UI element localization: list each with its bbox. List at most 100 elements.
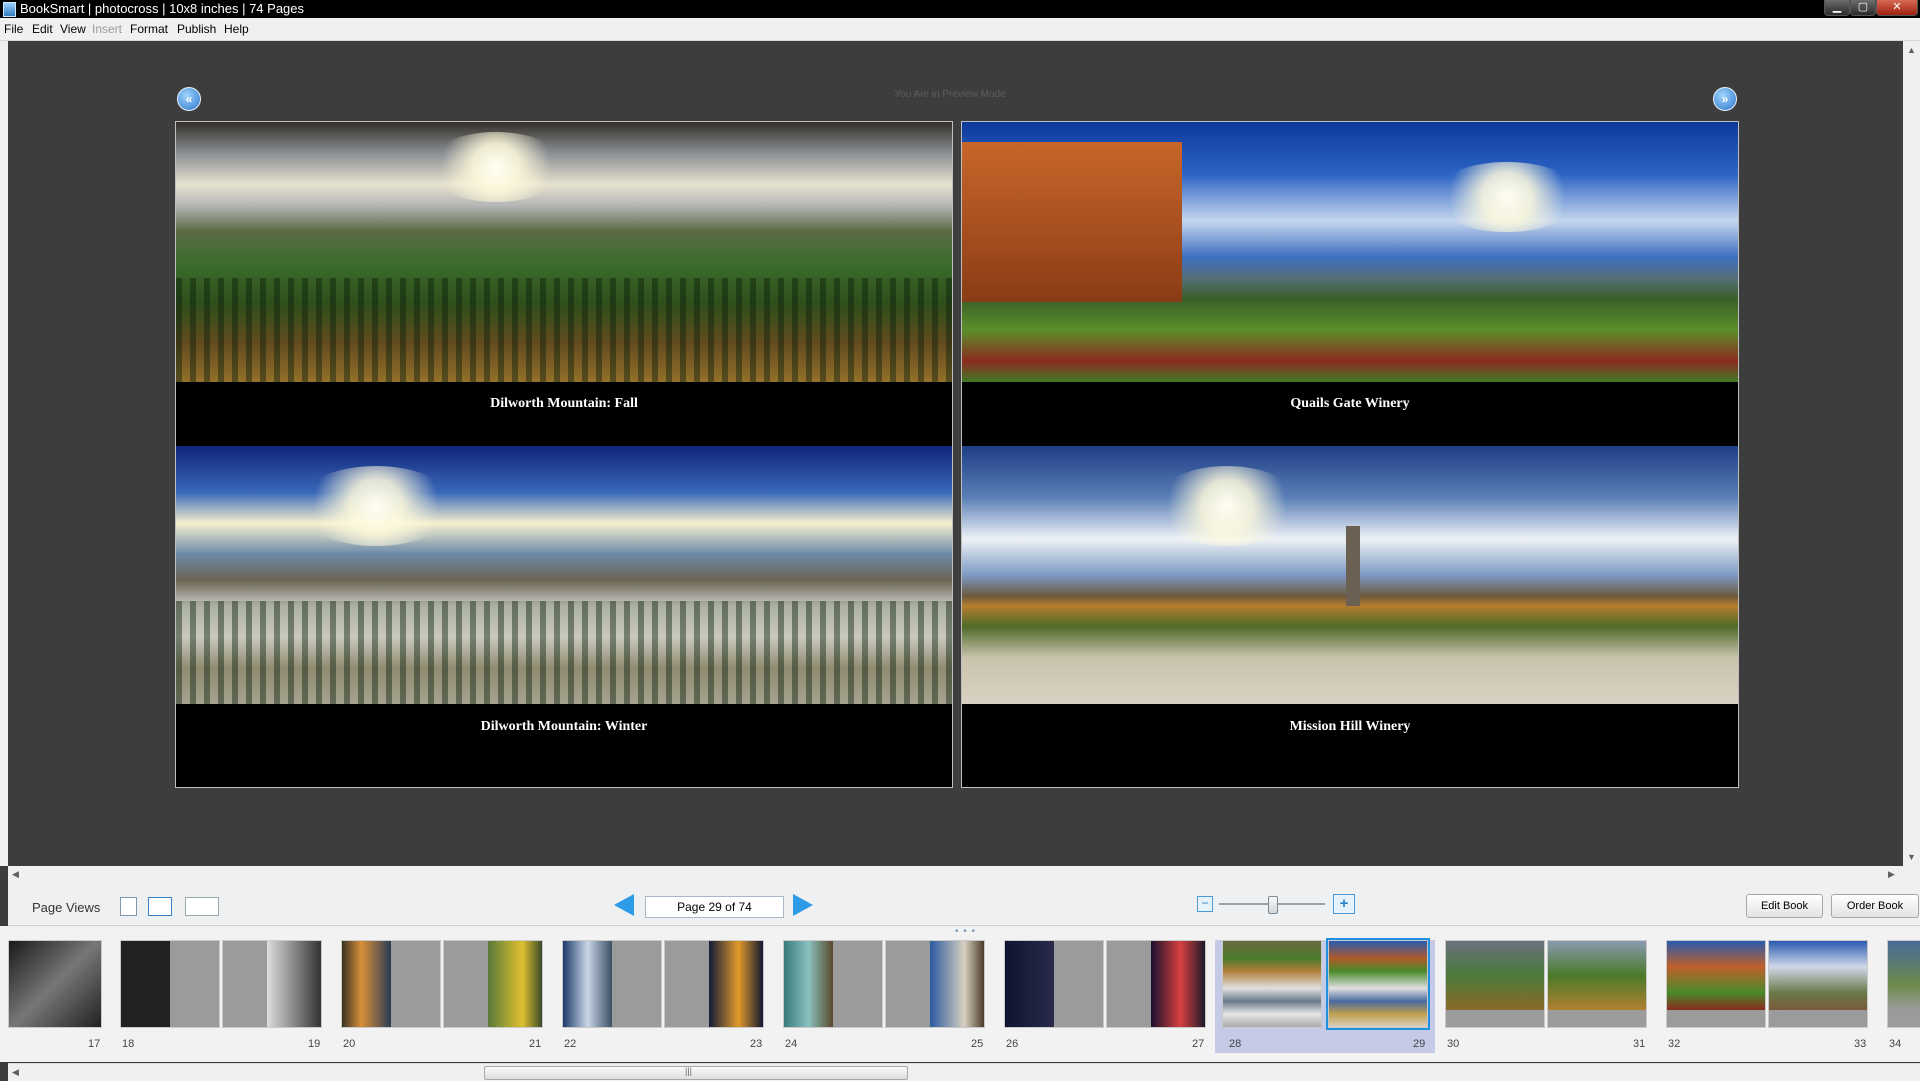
previous-page-button[interactable]	[614, 894, 634, 916]
page-number: 29	[1413, 1038, 1426, 1050]
thumb-page-21[interactable]	[443, 940, 543, 1028]
caption-bottom-left: Dilworth Mountain: Winter	[480, 719, 648, 734]
spread-16-17[interactable]: 17	[8, 940, 110, 1053]
caption-top-left: Dilworth Mountain: Fall	[490, 396, 638, 411]
thumb-page-27[interactable]	[1106, 940, 1206, 1028]
page-number: 27	[1192, 1038, 1205, 1050]
page-number: 31	[1633, 1038, 1646, 1050]
thumb-page-25[interactable]	[885, 940, 985, 1028]
photo-dilworth-winter[interactable]	[176, 446, 952, 704]
thumb-page-18[interactable]	[120, 940, 220, 1028]
photo-dilworth-fall[interactable]	[176, 122, 952, 382]
page-number: 18	[122, 1038, 135, 1050]
menu-bar: File Edit View Insert Format Publish Hel…	[0, 18, 1920, 41]
maximize-button[interactable]: ▢	[1850, 0, 1876, 16]
menu-file[interactable]: File	[4, 22, 23, 36]
spread-18-19[interactable]: 18 19	[120, 940, 326, 1053]
zoom-slider-thumb[interactable]	[1268, 896, 1278, 914]
workspace-vertical-scrollbar[interactable]: ▲ ▼	[1903, 41, 1920, 866]
thumb-page-31[interactable]	[1547, 940, 1647, 1028]
spread-22-23[interactable]: 22 23	[562, 940, 768, 1053]
thumb-page-29[interactable]	[1326, 938, 1430, 1030]
menu-format[interactable]: Format	[130, 22, 168, 36]
spread-26-27[interactable]: 26 27	[1004, 940, 1210, 1053]
zoom-in-icon[interactable]: +	[1333, 894, 1355, 914]
page-number: 28	[1229, 1038, 1242, 1050]
zoom-out-icon[interactable]: −	[1197, 896, 1213, 912]
photo-mission-hill[interactable]	[962, 446, 1738, 704]
left-page[interactable]: Dilworth Mountain: Fall Dilworth Mountai…	[175, 121, 953, 788]
menu-edit[interactable]: Edit	[32, 22, 53, 36]
menu-insert[interactable]: Insert	[92, 22, 122, 36]
spread-30-31[interactable]: 30 31	[1445, 940, 1651, 1053]
right-page[interactable]: Quails Gate Winery Mission Hill Winery	[961, 121, 1739, 788]
app-icon	[3, 2, 16, 17]
page-number: 24	[785, 1038, 798, 1050]
thumb-page-26[interactable]	[1004, 940, 1104, 1028]
previous-spread-icon[interactable]: «	[177, 87, 201, 111]
thumb-page-33[interactable]	[1768, 940, 1868, 1028]
scroll-left-icon[interactable]: ◀	[12, 869, 19, 880]
page-number: 21	[529, 1038, 542, 1050]
spread-24-25[interactable]: 24 25	[783, 940, 989, 1053]
thumb-page-30[interactable]	[1445, 940, 1545, 1028]
page-number: 20	[343, 1038, 356, 1050]
thumb-page-17[interactable]	[8, 940, 102, 1028]
scroll-left-icon[interactable]: ◀	[12, 1067, 19, 1078]
page-views-label: Page Views	[32, 900, 101, 915]
thumb-page-23[interactable]	[664, 940, 764, 1028]
workspace-horizontal-scrollbar[interactable]: ◀ ▶	[8, 866, 1920, 884]
thumb-page-34[interactable]	[1887, 940, 1920, 1028]
page-number: 26	[1006, 1038, 1019, 1050]
page-number: 23	[750, 1038, 763, 1050]
bell-tower	[1346, 526, 1360, 606]
window-title: BookSmart | photocross | 10x8 inches | 7…	[20, 1, 305, 16]
bottom-toolbar: Page Views Page 29 of 74 − + Edit Book O…	[8, 883, 1920, 926]
thumb-page-20[interactable]	[341, 940, 441, 1028]
spread-32-33[interactable]: 32 33	[1666, 940, 1872, 1053]
photo-quails-gate[interactable]	[962, 122, 1738, 382]
thumb-page-28[interactable]	[1222, 940, 1322, 1028]
menu-view[interactable]: View	[60, 22, 86, 36]
spread-20-21[interactable]: 20 21	[341, 940, 547, 1053]
order-book-button[interactable]: Order Book	[1831, 894, 1919, 918]
page-number: 17	[88, 1038, 101, 1050]
page-number: 22	[564, 1038, 577, 1050]
close-button[interactable]: ✕	[1876, 0, 1918, 16]
thumbnail-horizontal-scrollbar[interactable]: ◀ |||	[8, 1063, 1920, 1081]
scroll-down-icon[interactable]: ▼	[1907, 852, 1916, 862]
menu-help[interactable]: Help	[224, 22, 249, 36]
menu-publish[interactable]: Publish	[177, 22, 216, 36]
thumb-page-32[interactable]	[1666, 940, 1766, 1028]
spread-28-29-selected[interactable]: 28 29	[1215, 938, 1435, 1053]
strip-resize-handle[interactable]: • • •	[955, 926, 976, 937]
next-page-button[interactable]	[793, 894, 813, 916]
next-spread-icon[interactable]: »	[1713, 87, 1737, 111]
left-panel-edge	[0, 41, 8, 866]
scroll-up-icon[interactable]: ▲	[1907, 45, 1916, 55]
tree-texture	[176, 600, 952, 704]
sun-glow	[426, 132, 566, 202]
thumb-page-19[interactable]	[222, 940, 322, 1028]
scroll-right-icon[interactable]: ▶	[1888, 869, 1895, 880]
page-thumbnail-strip: • • • 17 18 19 20 21 22 23 24 25 26 27 2…	[0, 926, 1920, 1062]
scrollbar-thumb[interactable]: |||	[484, 1066, 908, 1080]
page-number: 32	[1668, 1038, 1681, 1050]
preview-mode-note: You Are in Preview Mode	[894, 89, 1006, 100]
thumb-page-24[interactable]	[783, 940, 883, 1028]
spread-view-icon[interactable]	[148, 897, 172, 916]
grid-view-icon[interactable]	[185, 897, 219, 916]
page-indicator-field[interactable]: Page 29 of 74	[645, 896, 784, 918]
spread-34-35[interactable]: 34	[1887, 940, 1920, 1053]
thumb-page-22[interactable]	[562, 940, 662, 1028]
page-number: 34	[1889, 1038, 1902, 1050]
edit-book-button[interactable]: Edit Book	[1746, 894, 1823, 918]
page-number: 25	[971, 1038, 984, 1050]
single-page-view-icon[interactable]	[120, 897, 137, 916]
sun-glow	[1152, 466, 1302, 546]
scrollbar-grip: |||	[685, 1066, 693, 1076]
page-number: 19	[308, 1038, 321, 1050]
caption-bottom-right: Mission Hill Winery	[1289, 719, 1411, 734]
minimize-button[interactable]: ▁	[1824, 0, 1850, 16]
page-number: 30	[1447, 1038, 1460, 1050]
